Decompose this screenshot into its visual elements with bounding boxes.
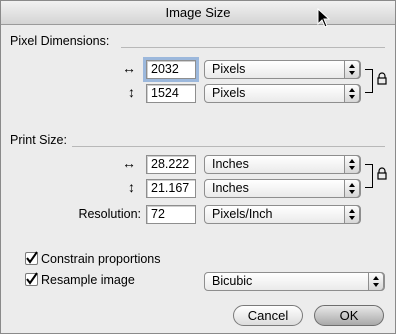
link-bracket (365, 69, 373, 93)
updown-arrows-icon (344, 60, 360, 79)
print-width-field[interactable]: 28.222 (146, 155, 196, 174)
resolution-unit-value: Pixels/Inch (212, 207, 273, 221)
updown-arrows-icon (344, 205, 360, 224)
title-bar: Image Size (1, 1, 395, 25)
updown-arrows-icon (368, 272, 384, 291)
pixel-width-unit-value: Pixels (212, 62, 246, 76)
resample-method-value: Bicubic (212, 274, 253, 288)
checkmark-icon (26, 251, 38, 264)
resolution-unit-select[interactable]: Pixels/Inch (204, 205, 361, 224)
print-width-unit-value: Inches (212, 157, 249, 171)
vertical-arrow-icon: ↕ (128, 84, 135, 100)
image-size-dialog: Image Size Pixel Dimensions: ↔ 2032 Pixe… (0, 0, 396, 334)
pixel-height-field[interactable]: 1524 (146, 84, 196, 103)
resolution-label: Resolution: (78, 207, 141, 221)
print-height-unit-value: Inches (212, 181, 249, 195)
link-bracket (365, 164, 373, 188)
updown-arrows-icon (344, 155, 360, 174)
horizontal-arrow-icon: ↔ (122, 155, 136, 171)
resample-image-checkbox[interactable] (25, 272, 38, 286)
cancel-button[interactable]: Cancel (233, 305, 303, 326)
resample-image-label: Resample image (41, 273, 135, 287)
constrain-proportions-label: Constrain proportions (41, 252, 161, 266)
pixel-width-unit-select[interactable]: Pixels (204, 60, 361, 79)
updown-arrows-icon (344, 84, 360, 103)
section-divider (121, 47, 385, 48)
print-width-unit-select[interactable]: Inches (204, 155, 361, 174)
horizontal-arrow-icon: ↔ (122, 60, 136, 76)
constrain-proportions-checkbox[interactable] (25, 251, 38, 265)
pixel-width-field[interactable]: 2032 (143, 57, 199, 82)
updown-arrows-icon (344, 179, 360, 198)
window-title: Image Size (165, 5, 231, 20)
resample-method-select[interactable]: Bicubic (204, 272, 385, 291)
ok-button[interactable]: OK (314, 305, 384, 326)
pixel-dimensions-label: Pixel Dimensions: (10, 34, 110, 48)
chain-link-icon (377, 72, 387, 85)
print-size-label: Print Size: (10, 133, 67, 147)
pixel-height-unit-select[interactable]: Pixels (204, 84, 361, 103)
pixel-height-unit-value: Pixels (212, 86, 246, 100)
checkmark-icon (26, 272, 38, 285)
print-height-unit-select[interactable]: Inches (204, 179, 361, 198)
mouse-pointer-icon (317, 8, 331, 28)
section-divider (72, 146, 385, 147)
resolution-field[interactable]: 72 (146, 205, 196, 224)
vertical-arrow-icon: ↕ (128, 179, 135, 195)
print-height-field[interactable]: 21.167 (146, 179, 196, 198)
chain-link-icon (377, 167, 387, 180)
